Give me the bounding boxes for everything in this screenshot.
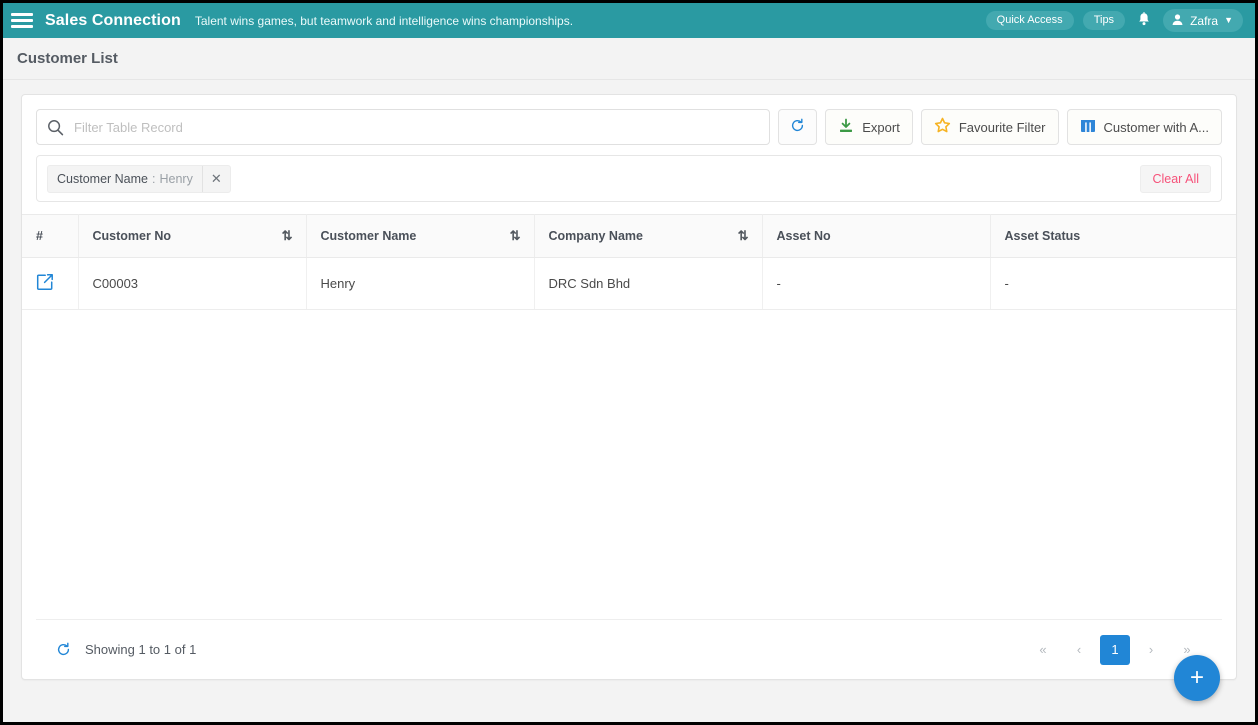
hamburger-bar xyxy=(11,19,33,22)
hamburger-bar xyxy=(11,25,33,28)
bell-icon[interactable] xyxy=(1134,11,1154,30)
cell-asset-status: - xyxy=(990,257,1236,310)
tips-button[interactable]: Tips xyxy=(1082,11,1126,30)
refresh-icon[interactable] xyxy=(56,642,71,657)
app-tagline: Talent wins games, but teamwork and inte… xyxy=(194,13,574,28)
table-header-row: # Customer No ⇅ Customer Name ⇅ Company … xyxy=(22,214,1236,258)
column-header-index: # xyxy=(22,214,79,258)
user-name-label: Zafra xyxy=(1190,13,1219,28)
filter-chip-separator: : xyxy=(152,171,156,186)
cell-company-name: DRC Sdn Bhd xyxy=(534,257,763,310)
pagination-first-button[interactable]: « xyxy=(1028,635,1058,665)
search-input[interactable] xyxy=(74,119,760,135)
record-count-label: Showing 1 to 1 of 1 xyxy=(85,642,197,657)
page-title: Customer List xyxy=(17,50,118,67)
column-header-customer-name[interactable]: Customer Name ⇅ xyxy=(306,214,535,258)
column-header-customer-name-label: Customer Name xyxy=(320,229,417,243)
cell-customer-name: Henry xyxy=(306,257,535,310)
hamburger-bar xyxy=(11,13,33,16)
download-icon xyxy=(838,118,854,137)
quick-access-button[interactable]: Quick Access xyxy=(985,11,1074,30)
column-header-asset-no: Asset No xyxy=(762,214,991,258)
table-body: C00003 Henry DRC Sdn Bhd - - xyxy=(22,257,1236,310)
columns-icon xyxy=(1080,118,1096,137)
filter-chip-text: Customer Name : Henry xyxy=(48,172,202,186)
user-avatar-icon xyxy=(1171,13,1184,28)
column-header-asset-status-label: Asset Status xyxy=(1004,229,1081,243)
table-footer: Showing 1 to 1 of 1 « ‹ 1 › » xyxy=(36,619,1222,679)
chevron-down-icon: ▼ xyxy=(1224,15,1233,25)
pagination-page-1[interactable]: 1 xyxy=(1100,634,1130,665)
customer-list-card: Export Favourite Filter xyxy=(21,94,1237,701)
plus-icon: + xyxy=(1189,664,1204,691)
column-header-asset-no-label: Asset No xyxy=(776,229,831,243)
search-box[interactable] xyxy=(36,109,771,145)
sort-icon[interactable]: ⇅ xyxy=(510,228,521,244)
column-header-customer-no[interactable]: Customer No ⇅ xyxy=(78,214,307,258)
row-open-cell xyxy=(22,257,79,310)
content-area: Export Favourite Filter xyxy=(3,80,1255,721)
export-label: Export xyxy=(862,119,900,135)
pagination-next-button[interactable]: › xyxy=(1136,635,1166,665)
star-icon xyxy=(934,117,951,137)
footer-left-group: Showing 1 to 1 of 1 xyxy=(56,642,196,657)
external-link-icon[interactable] xyxy=(36,273,54,291)
filter-chip-value: Henry xyxy=(159,171,193,186)
table-head: # Customer No ⇅ Customer Name ⇅ Company … xyxy=(22,214,1236,258)
navbar-right-group: Quick Access Tips Zafra ▼ xyxy=(985,9,1247,32)
active-filters-row: Customer Name : Henry ✕ Clear All xyxy=(36,155,1222,202)
favourite-filter-label: Favourite Filter xyxy=(958,119,1046,135)
top-navbar: Sales Connection Talent wins games, but … xyxy=(3,3,1255,38)
column-view-label: Customer with A... xyxy=(1103,119,1209,135)
close-icon[interactable]: ✕ xyxy=(201,165,230,192)
export-button[interactable]: Export xyxy=(825,109,913,145)
favourite-filter-button[interactable]: Favourite Filter xyxy=(920,109,1059,145)
column-header-company-name-label: Company Name xyxy=(548,229,643,243)
customer-table: # Customer No ⇅ Customer Name ⇅ Company … xyxy=(22,214,1236,310)
table-toolbar: Export Favourite Filter xyxy=(22,95,1236,145)
refresh-button[interactable] xyxy=(778,109,818,145)
filter-chip-key: Customer Name xyxy=(57,171,148,186)
clear-all-button[interactable]: Clear All xyxy=(1140,164,1211,193)
add-record-fab-button[interactable]: + xyxy=(1174,655,1220,701)
app-brand-title[interactable]: Sales Connection xyxy=(45,12,181,30)
column-header-customer-no-label: Customer No xyxy=(92,229,171,243)
page-title-bar: Customer List xyxy=(3,38,1255,80)
column-header-asset-status: Asset Status xyxy=(990,214,1236,258)
search-icon xyxy=(47,119,64,136)
sort-icon[interactable]: ⇅ xyxy=(282,228,293,244)
sort-icon[interactable]: ⇅ xyxy=(738,228,749,244)
cell-asset-no: - xyxy=(762,257,991,310)
column-view-button[interactable]: Customer with A... xyxy=(1066,109,1222,145)
user-menu-button[interactable]: Zafra ▼ xyxy=(1163,9,1243,32)
filter-chip[interactable]: Customer Name : Henry ✕ xyxy=(47,164,231,193)
customer-table-container: # Customer No ⇅ Customer Name ⇅ Company … xyxy=(22,214,1236,619)
column-header-index-label: # xyxy=(36,229,43,243)
app-window: Sales Connection Talent wins games, but … xyxy=(0,0,1258,725)
table-row: C00003 Henry DRC Sdn Bhd - - xyxy=(22,257,1236,310)
pagination-prev-button[interactable]: ‹ xyxy=(1064,635,1094,665)
cell-customer-no: C00003 xyxy=(78,257,307,310)
refresh-icon xyxy=(790,118,805,136)
hamburger-menu-icon[interactable] xyxy=(11,11,35,31)
pagination: « ‹ 1 › » xyxy=(1028,634,1202,665)
column-header-company-name[interactable]: Company Name ⇅ xyxy=(534,214,763,258)
